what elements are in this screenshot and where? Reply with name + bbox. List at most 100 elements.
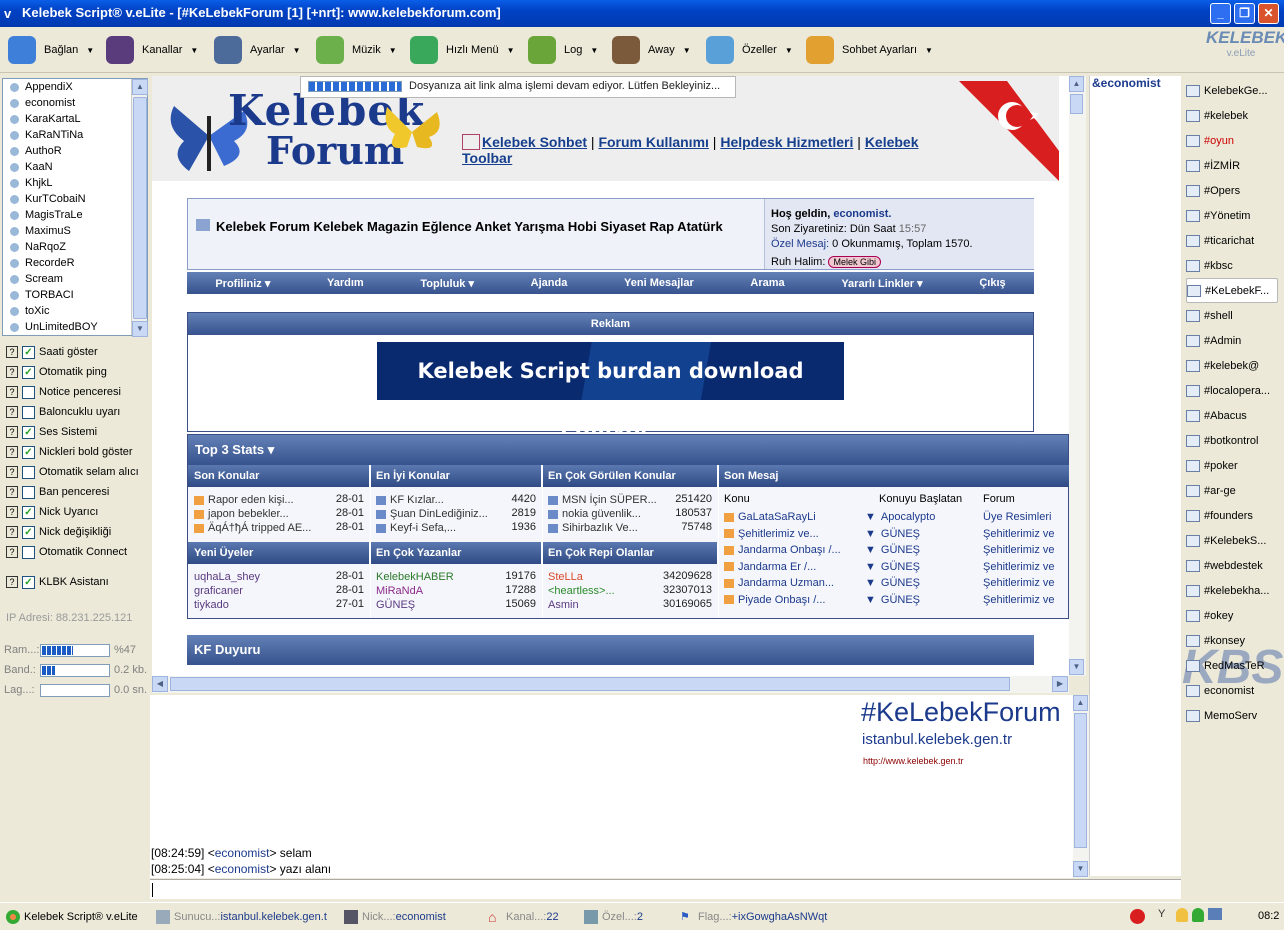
son-mesaj-starter[interactable]: ▼ GÜNEŞ — [865, 561, 920, 573]
dropdown-arrow-icon[interactable]: ▼ — [86, 46, 94, 55]
forum-nav-item[interactable]: Arama — [750, 277, 784, 289]
help-icon[interactable]: ? — [6, 406, 18, 418]
nick-item[interactable]: MaximuS — [3, 223, 147, 239]
son-mesaj-topic[interactable]: Şehitlerimiz ve... — [724, 528, 819, 540]
help-icon[interactable]: ? — [6, 506, 18, 518]
help-icon[interactable]: ? — [6, 526, 18, 538]
setting-checkbox[interactable]: ✓ — [22, 365, 35, 379]
nick-item[interactable]: KhjkL — [3, 175, 147, 191]
stat-row[interactable]: MSN İçin SÜPER... 251420 — [548, 493, 712, 507]
chat-nick[interactable]: economist — [215, 862, 270, 876]
channel-banner-url[interactable]: http://www.kelebek.gen.tr — [863, 756, 964, 766]
channel-tab[interactable]: #poker — [1186, 453, 1278, 478]
channel-tab[interactable]: RedMasTeR — [1186, 653, 1278, 678]
son-mesaj-starter[interactable]: ▼ Apocalypto — [865, 511, 935, 523]
monitor-icon[interactable] — [1208, 908, 1222, 920]
setting-checkbox[interactable] — [22, 465, 35, 479]
channel-tab[interactable]: #KelebekS... — [1186, 528, 1278, 553]
dropdown-arrow-icon[interactable]: ▼ — [293, 46, 301, 55]
help-icon[interactable]: ? — [6, 346, 18, 358]
channel-tab[interactable]: MemoServ — [1186, 703, 1278, 728]
setting-checkbox[interactable]: ✓ — [22, 345, 35, 359]
stat-row[interactable]: <heartless>... 32307013 — [548, 584, 712, 598]
forum-nav-item[interactable]: Ajanda — [531, 277, 568, 289]
channel-tab[interactable]: #konsey — [1186, 628, 1278, 653]
web-scroll-thumb[interactable] — [1070, 94, 1083, 114]
stat-row[interactable]: KF Kızlar... 4420 — [376, 493, 536, 507]
channel-tab[interactable]: #okey — [1186, 603, 1278, 628]
web-scroll-left[interactable]: ◀ — [152, 676, 168, 692]
web-browser-view[interactable]: Kelebek Forum Kelebek Sohbet | Forum Kul… — [152, 76, 1069, 676]
minimize-button[interactable]: _ — [1210, 3, 1231, 24]
web-vertical-scrollbar[interactable]: ▲ ▼ — [1069, 76, 1086, 676]
pm-link[interactable]: Özel Mesaj: — [771, 238, 829, 250]
web-hscroll-thumb[interactable] — [170, 677, 1010, 691]
scroll-thumb[interactable] — [133, 97, 147, 319]
nick-item[interactable]: NaRqoZ — [3, 239, 147, 255]
channel-tab[interactable]: economist — [1186, 678, 1278, 703]
son-mesaj-forum[interactable]: Şehitlerimiz ve — [983, 528, 1055, 540]
dropdown-arrow-icon[interactable]: ▼ — [389, 46, 397, 55]
welcome-user[interactable]: economist. — [833, 208, 891, 220]
channel-tab[interactable]: #İZMİR — [1186, 153, 1278, 178]
son-mesaj-starter[interactable]: ▼ GÜNEŞ — [865, 577, 920, 589]
dropdown-arrow-icon[interactable]: ▼ — [925, 46, 933, 55]
forum-nav-item[interactable]: Çıkış — [979, 277, 1005, 289]
channel-tab[interactable]: #Admin — [1186, 328, 1278, 353]
web-horizontal-scrollbar[interactable]: ◀ ▶ — [152, 676, 1069, 693]
user-icon[interactable] — [1176, 908, 1188, 922]
toolbar-button-6[interactable]: Away ▼ — [612, 31, 691, 69]
channel-tab[interactable]: #kelebekha... — [1186, 578, 1278, 603]
help-icon[interactable]: ? — [6, 426, 18, 438]
son-mesaj-forum[interactable]: Şehitlerimiz ve — [983, 544, 1055, 556]
chat-scroll-thumb[interactable] — [1074, 713, 1087, 848]
chat-scrollbar[interactable]: ▲ ▼ — [1073, 695, 1089, 878]
nick-item[interactable]: Scream — [3, 271, 147, 287]
stat-row[interactable]: GÜNEŞ 15069 — [376, 598, 536, 612]
son-mesaj-starter[interactable]: ▼ GÜNEŞ — [865, 528, 920, 540]
help-icon[interactable]: ? — [6, 366, 18, 378]
channel-tab[interactable]: #kbsc — [1186, 253, 1278, 278]
stat-row[interactable]: Asmin 30169065 — [548, 598, 712, 612]
web-scroll-down[interactable]: ▼ — [1069, 659, 1084, 675]
channel-tab[interactable]: #KeLebekF... — [1186, 278, 1278, 303]
scroll-up-button[interactable]: ▲ — [132, 79, 148, 95]
nick-item[interactable]: AuthoR — [3, 143, 147, 159]
dropdown-arrow-icon[interactable]: ▼ — [785, 46, 793, 55]
stat-row[interactable]: KelebekHABER 19176 — [376, 570, 536, 584]
network-icon[interactable]: Y — [1158, 908, 1172, 922]
channel-tab[interactable]: #ar-ge — [1186, 478, 1278, 503]
son-mesaj-topic[interactable]: Piyade Onbaşı /... — [724, 594, 825, 606]
online-icon[interactable] — [1192, 908, 1204, 922]
stat-row[interactable]: japon bebekler... 28-01 — [194, 507, 364, 521]
toolbar-button-7[interactable]: Özeller ▼ — [706, 31, 793, 69]
dropdown-arrow-icon[interactable]: ▼ — [507, 46, 515, 55]
son-mesaj-starter[interactable]: ▼ GÜNEŞ — [865, 544, 920, 556]
stat-row[interactable]: uqhaLa_shey 28-01 — [194, 570, 364, 584]
scroll-down-button[interactable]: ▼ — [132, 321, 148, 337]
nick-item[interactable]: RecordeR — [3, 255, 147, 271]
setting-checkbox[interactable] — [22, 485, 35, 499]
son-mesaj-topic[interactable]: Jandarma Onbaşı /... — [724, 544, 841, 556]
setting-checkbox[interactable] — [22, 385, 35, 399]
toolbar-button-1[interactable]: Kanallar ▼ — [106, 31, 198, 69]
nick-item[interactable]: KaaN — [3, 159, 147, 175]
son-mesaj-forum[interactable]: Şehitlerimiz ve — [983, 561, 1055, 573]
setting-checkbox[interactable] — [22, 545, 35, 559]
chat-scroll-up[interactable]: ▲ — [1073, 695, 1088, 711]
nick-item[interactable]: economist — [3, 95, 147, 111]
web-scroll-right[interactable]: ▶ — [1052, 676, 1068, 692]
toolbar-button-3[interactable]: Müzik ▼ — [316, 31, 397, 69]
son-mesaj-starter[interactable]: ▼ GÜNEŞ — [865, 594, 920, 606]
channel-tab[interactable]: #botkontrol — [1186, 428, 1278, 453]
setting-checkbox[interactable] — [22, 405, 35, 419]
dropdown-arrow-icon[interactable]: ▼ — [590, 46, 598, 55]
stat-row[interactable]: Şuan DinLediğiniz... 2819 — [376, 507, 536, 521]
nick-item[interactable]: AppendiX — [3, 79, 147, 95]
toolbar-button-8[interactable]: Sohbet Ayarları ▼ — [806, 31, 933, 69]
channel-tab[interactable]: #localopera... — [1186, 378, 1278, 403]
nick-list[interactable]: AppendiX economist KaraKartaL KaRaNTiNa Auth… — [2, 78, 148, 337]
link-forum-kullanimi[interactable]: Forum Kullanımı — [598, 134, 708, 150]
toolbar-button-4[interactable]: Hızlı Menü ▼ — [410, 31, 515, 69]
channel-tab[interactable]: #founders — [1186, 503, 1278, 528]
